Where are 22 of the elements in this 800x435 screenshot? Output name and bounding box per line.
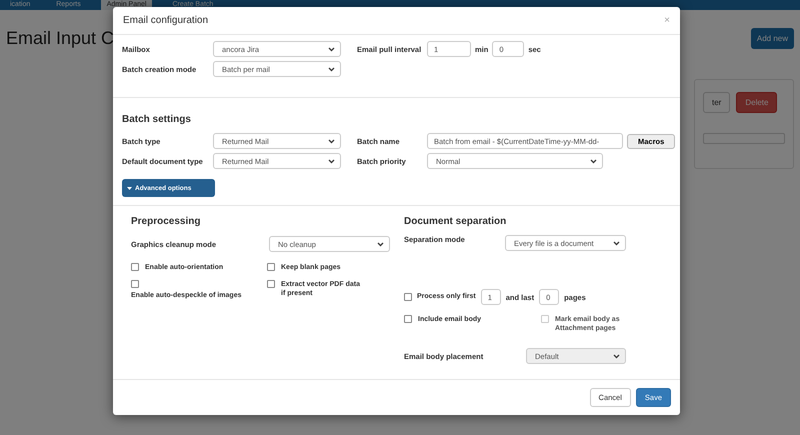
chevron-down-icon — [328, 138, 335, 144]
checkbox[interactable] — [404, 315, 412, 323]
chevron-down-icon — [613, 354, 620, 358]
chevron-down-icon — [328, 66, 335, 72]
card-button[interactable]: ter — [703, 92, 730, 113]
chevron-down-icon — [590, 158, 597, 164]
chevron-down-icon — [377, 242, 384, 246]
section-heading: Document separation — [404, 216, 508, 227]
checkbox[interactable] — [404, 293, 412, 301]
checkbox[interactable] — [131, 280, 139, 288]
checkbox[interactable] — [267, 280, 275, 288]
chevron-down-icon — [613, 240, 620, 246]
chevron-down-icon — [328, 46, 335, 52]
section-heading: Batch settings — [122, 114, 192, 125]
section-heading: Preprocessing — [131, 216, 202, 227]
caret-down-icon — [127, 186, 132, 190]
page-title: Email Input C — [6, 28, 114, 50]
dialog-title: Email configuration — [123, 15, 208, 26]
checkbox[interactable] — [267, 263, 275, 271]
checkbox[interactable] — [131, 263, 139, 271]
input-field[interactable] — [703, 133, 785, 144]
chevron-down-icon — [328, 158, 335, 164]
